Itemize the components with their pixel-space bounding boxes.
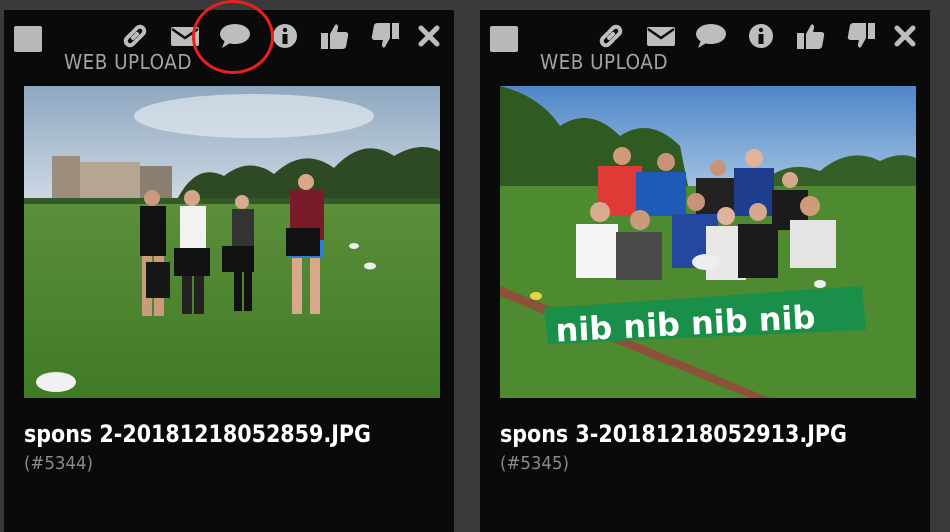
envelope-icon[interactable] [168,20,202,52]
media-card: WEB UPLOAD [480,10,930,532]
link-icon[interactable] [118,20,152,52]
select-checkbox[interactable] [14,26,42,52]
media-thumbnail[interactable]: nib nib nib nib [500,86,916,398]
close-icon[interactable] [888,20,922,52]
file-id: (#5344) [24,453,93,474]
comment-icon[interactable] [694,20,728,52]
media-thumbnail[interactable] [24,86,440,398]
close-icon[interactable] [412,20,446,52]
thumbs-up-icon[interactable] [318,20,352,52]
info-icon[interactable] [268,20,302,52]
envelope-icon[interactable] [644,20,678,52]
file-name[interactable]: spons 3-20181218052913.JPG [500,420,847,448]
media-card: WEB UPLOAD [4,10,454,532]
info-icon[interactable] [744,20,778,52]
source-label: WEB UPLOAD [64,50,192,74]
source-label: WEB UPLOAD [540,50,668,74]
link-icon[interactable] [594,20,628,52]
select-checkbox[interactable] [490,26,518,52]
thumbs-up-icon[interactable] [794,20,828,52]
file-id: (#5345) [500,453,569,474]
thumbs-down-icon[interactable] [368,20,402,52]
comment-icon[interactable] [218,20,252,52]
file-name[interactable]: spons 2-20181218052859.JPG [24,420,371,448]
thumbs-down-icon[interactable] [844,20,878,52]
